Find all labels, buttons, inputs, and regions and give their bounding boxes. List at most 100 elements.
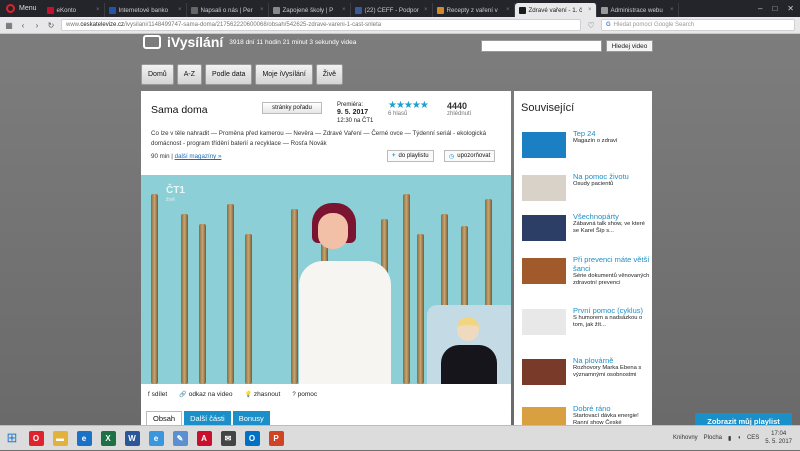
content-tab[interactable]: Obsah (146, 411, 183, 425)
maximize-icon[interactable]: □ (772, 4, 777, 13)
grid-icon[interactable]: ▦ (5, 21, 13, 30)
related-name[interactable]: Při prevenci máte větší šanci (573, 255, 651, 273)
content-tab[interactable]: Bonusy (232, 411, 270, 425)
browser-tab[interactable]: Zapojené školy | P × (269, 3, 351, 17)
video-player[interactable]: ČT1 živě (141, 175, 511, 384)
show-pages-button[interactable]: stránky pořadu (262, 102, 322, 114)
video-action[interactable]: ? pomoc (292, 391, 317, 398)
close-icon[interactable]: ✕ (787, 4, 794, 13)
browser-tab[interactable]: Napsali o nás | Per × (187, 3, 269, 17)
back-icon[interactable]: ‹ (19, 21, 27, 30)
favicon-icon (518, 6, 526, 14)
related-item[interactable]: Na pomoc životu Osudy pacientů (522, 172, 650, 216)
taskbar-app[interactable]: e (72, 426, 96, 451)
language-indicator[interactable]: CES (747, 435, 759, 441)
related-item[interactable]: Všechnopárty Zábavná talk show, ve které … (522, 212, 650, 256)
video-search-input[interactable] (481, 40, 602, 52)
tab-close-icon[interactable]: × (178, 7, 182, 13)
related-text: Všechnopárty Zábavná talk show, ve které … (573, 212, 651, 236)
related-name[interactable]: Na pomoc životu (573, 172, 651, 181)
volume-icon[interactable]: ◖ (737, 435, 741, 441)
taskbar-app[interactable]: ✎ (168, 426, 192, 451)
site-logo[interactable]: iVysílání 3918 dní 11 hodin 21 minut 3 s… (143, 34, 356, 50)
related-thumbnail[interactable] (522, 215, 566, 241)
video-action[interactable]: f sdílet (148, 391, 167, 398)
related-thumbnail[interactable] (522, 132, 566, 158)
content-tabs: Obsah Další části Bonusy (146, 411, 270, 425)
related-desc: Osudy pacientů (573, 181, 614, 187)
taskbar-app[interactable]: W (120, 426, 144, 451)
content-tab[interactable]: Další části (184, 411, 231, 425)
browser-tab[interactable]: Recepty z vaření v × (433, 3, 515, 17)
windows-start-icon[interactable]: ⊞ (0, 426, 24, 451)
reload-icon[interactable]: ↻ (47, 21, 55, 30)
taskbar-app[interactable]: A (192, 426, 216, 451)
desktop-label[interactable]: Plocha (704, 435, 722, 441)
clock[interactable]: 17:04 5. 5. 2017 (765, 430, 792, 446)
related-name[interactable]: Na plovárně (573, 356, 651, 365)
browser-tab[interactable]: (22) CEFF - Podpor × (351, 3, 433, 17)
related-thumbnail[interactable] (522, 309, 566, 335)
tab-close-icon[interactable]: × (424, 7, 428, 13)
related-item[interactable]: Tep 24 Magazín o zdraví (522, 129, 650, 173)
forward-icon[interactable]: › (33, 21, 41, 30)
bulb-icon: 💡 (244, 392, 252, 398)
nav-item[interactable]: A-Z (176, 64, 202, 85)
remind-button[interactable]: ◷ upozorňovat (444, 150, 496, 162)
nav-item[interactable]: Moje iVysílání (255, 64, 313, 85)
related-name[interactable]: Tep 24 (573, 129, 651, 138)
favicon-icon (272, 6, 280, 14)
tab-close-icon[interactable]: × (670, 7, 674, 13)
nav-item[interactable]: Domů (141, 64, 174, 85)
opera-menu-button[interactable]: Menu (0, 0, 43, 17)
related-name[interactable]: Dobré ráno (573, 404, 651, 413)
tab-close-icon[interactable]: × (260, 7, 264, 13)
browser-tab[interactable]: Administrace webu × (597, 3, 679, 17)
ie-icon: e (76, 430, 92, 446)
tab-close-icon[interactable]: × (506, 7, 510, 13)
related-thumbnail[interactable] (522, 175, 566, 201)
premiere-date: 9. 5. 2017 (337, 109, 369, 116)
taskbar-app[interactable]: P (264, 426, 288, 451)
heart-icon[interactable]: ♡ (587, 21, 595, 30)
video-action[interactable]: 💡 zhasnout (244, 391, 280, 398)
star-rating-icon[interactable]: ★★★★★ (388, 101, 429, 111)
rating[interactable]: ★★★★★ 6 hlasů (388, 101, 429, 118)
related-thumbnail[interactable] (522, 407, 566, 425)
tab-close-icon[interactable]: × (588, 7, 592, 13)
tab-close-icon[interactable]: × (96, 7, 100, 13)
video-search-button[interactable]: Hledej video (606, 40, 653, 52)
taskbar-app[interactable]: X (96, 426, 120, 451)
related-item[interactable]: Na plovárně Rozhovory Marka Ebena s význa… (522, 356, 650, 400)
minimize-icon[interactable]: – (758, 4, 762, 13)
related-thumbnail[interactable] (522, 258, 566, 284)
video-action[interactable]: 🔗 odkaz na video (179, 391, 232, 398)
related-item[interactable]: Dobré ráno Startovací dávka energie! Rann… (522, 404, 650, 425)
related-name[interactable]: Všechnopárty (573, 212, 651, 221)
browser-tab[interactable]: eKonto × (43, 3, 105, 17)
bamboo-pole (417, 234, 424, 384)
taskbar-app[interactable]: e (144, 426, 168, 451)
libraries-label[interactable]: Knihovny (673, 435, 698, 441)
nav-item[interactable]: Podle data (204, 64, 253, 85)
network-icon[interactable]: ▮ (728, 435, 731, 442)
browser-tab[interactable]: Zdravé vaření - 1. č × (514, 3, 597, 17)
nav-item[interactable]: Živě (315, 64, 343, 85)
bamboo-pole (403, 194, 410, 384)
add-to-playlist-button[interactable]: + do playlistu (387, 150, 434, 162)
related-item[interactable]: Při prevenci máte větší šanci Série dokum… (522, 255, 650, 299)
more-magazines-link[interactable]: další magazíny » (175, 153, 222, 160)
url-field[interactable]: www. ceskatelevize.cz/ivysilani/114849974… (61, 19, 581, 31)
related-name[interactable]: První pomoc (cyklus) (573, 306, 651, 315)
url-prefix: www. (66, 22, 81, 28)
taskbar-app[interactable]: O (24, 426, 48, 451)
taskbar-app[interactable]: ✉ (216, 426, 240, 451)
browser-tab-bar: Menu eKonto × Internetové banko × Napsali o … (0, 0, 800, 17)
related-item[interactable]: První pomoc (cyklus) S humorem a nadsázko… (522, 306, 650, 350)
tab-close-icon[interactable]: × (342, 7, 346, 13)
related-thumbnail[interactable] (522, 359, 566, 385)
taskbar-app[interactable]: O (240, 426, 264, 451)
google-search-field[interactable]: G Hledat pomocí Google Search (601, 19, 795, 31)
taskbar-app[interactable]: ▬ (48, 426, 72, 451)
browser-tab[interactable]: Internetové banko × (105, 3, 187, 17)
